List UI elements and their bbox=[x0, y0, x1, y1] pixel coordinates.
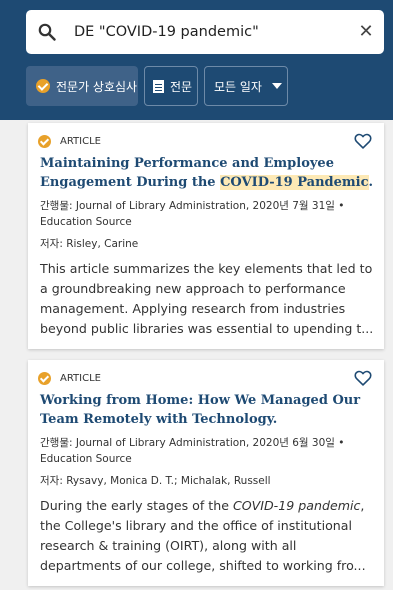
caret-down-icon bbox=[271, 83, 282, 89]
result-card[interactable]: ARTICLE Working from Home: How We Manage… bbox=[28, 360, 384, 586]
publication-info: 간행물: Journal of Library Administration, … bbox=[40, 437, 345, 465]
check-badge-icon bbox=[38, 135, 51, 148]
authors: 저자: Rysavy, Monica D. T.; Michalak, Russ… bbox=[40, 473, 271, 488]
result-title[interactable]: Maintaining Performance and Employee Eng… bbox=[40, 154, 380, 192]
title-text-end: . bbox=[368, 175, 374, 190]
abstract-italic: COVID-19 pandemic bbox=[232, 498, 361, 513]
full-text-filter[interactable]: 전문 bbox=[144, 66, 198, 106]
result-type: ARTICLE bbox=[38, 372, 101, 385]
title-highlight: COVID-19 Pandemic bbox=[220, 175, 369, 190]
result-title[interactable]: Working from Home: How We Managed Our Te… bbox=[40, 391, 380, 429]
search-icon bbox=[38, 23, 56, 41]
result-type-label: ARTICLE bbox=[60, 136, 101, 147]
authors-value: Rysavy, Monica D. T.; Michalak, Russell bbox=[66, 475, 271, 487]
abstract: During the early stages of the COVID-19 … bbox=[40, 496, 380, 576]
result-type: ARTICLE bbox=[38, 135, 101, 148]
authors-value: Risley, Carine bbox=[66, 238, 139, 250]
date-range-label: 모든 일자 bbox=[214, 79, 262, 94]
search-header: DE "COVID-19 pandemic" ✕ 전문가 상호심사 전문 모든 … bbox=[0, 0, 393, 120]
abstract: This article summarizes the key elements… bbox=[40, 261, 374, 336]
publication-info: 간행물: Journal of Library Administration, … bbox=[40, 200, 345, 228]
authors: 저자: Risley, Carine bbox=[40, 236, 138, 251]
authors-label: 저자: bbox=[40, 238, 67, 250]
result-type-label: ARTICLE bbox=[60, 373, 101, 384]
heart-icon[interactable] bbox=[354, 133, 372, 149]
check-badge-icon bbox=[38, 372, 51, 385]
check-badge-icon bbox=[36, 79, 50, 93]
close-icon[interactable]: ✕ bbox=[348, 10, 384, 54]
search-input[interactable]: DE "COVID-19 pandemic" bbox=[74, 10, 259, 54]
document-icon bbox=[153, 79, 164, 93]
search-box[interactable]: DE "COVID-19 pandemic" ✕ bbox=[26, 10, 384, 54]
abstract-text: During the early stages of the bbox=[40, 498, 233, 513]
date-range-dropdown[interactable]: 모든 일자 bbox=[204, 66, 288, 106]
peer-reviewed-label: 전문가 상호심사 bbox=[56, 79, 138, 94]
result-card[interactable]: ARTICLE Maintaining Performance and Empl… bbox=[28, 123, 384, 349]
heart-icon[interactable] bbox=[354, 370, 372, 386]
peer-reviewed-filter[interactable]: 전문가 상호심사 bbox=[26, 66, 138, 106]
authors-label: 저자: bbox=[40, 475, 67, 487]
full-text-label: 전문 bbox=[170, 79, 193, 94]
